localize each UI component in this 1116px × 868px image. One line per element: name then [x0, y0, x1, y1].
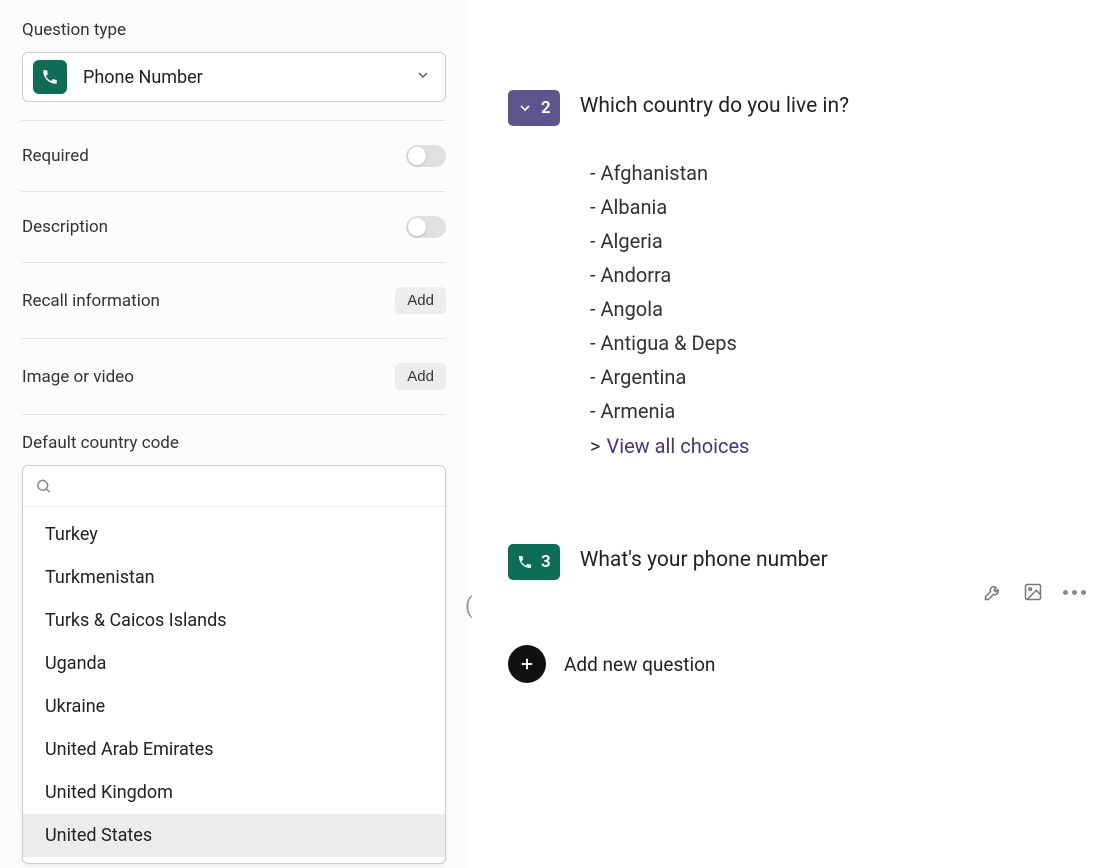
- chevron-down-icon: [415, 67, 431, 87]
- country-option[interactable]: Ukraine: [23, 685, 445, 728]
- choice-item: - Antigua & Deps: [590, 326, 1090, 360]
- add-new-question: Add new question: [508, 645, 1090, 683]
- phone-icon: [517, 554, 533, 570]
- recall-label: Recall information: [22, 291, 160, 311]
- required-row: Required: [22, 139, 446, 173]
- choice-item: - Angola: [590, 292, 1090, 326]
- country-option[interactable]: Turkey: [23, 513, 445, 556]
- country-option[interactable]: Turks & Caicos Islands: [23, 599, 445, 642]
- phone-icon: [33, 60, 67, 94]
- choice-item: - Albania: [590, 190, 1090, 224]
- country-search-input[interactable]: [60, 476, 433, 496]
- choice-item: - Afghanistan: [590, 156, 1090, 190]
- required-label: Required: [22, 146, 89, 166]
- clipped-char: (: [465, 594, 473, 619]
- choice-item: - Algeria: [590, 224, 1090, 258]
- country-option[interactable]: Uganda: [23, 642, 445, 685]
- description-toggle[interactable]: [406, 216, 446, 238]
- view-all-choices[interactable]: >View all choices: [590, 428, 1090, 464]
- choice-item: - Andorra: [590, 258, 1090, 292]
- country-option[interactable]: Turkmenistan: [23, 556, 445, 599]
- question-2-choices: - Afghanistan- Albania- Algeria- Andorra…: [590, 156, 1090, 464]
- required-toggle[interactable]: [406, 145, 446, 167]
- country-option[interactable]: United States: [23, 814, 445, 857]
- image-icon[interactable]: [1023, 582, 1043, 602]
- settings-panel: Question type Phone Number Required Desc…: [0, 0, 468, 868]
- question-2: 2 Which country do you live in?: [508, 90, 1090, 126]
- question-type-value: Phone Number: [83, 67, 203, 88]
- question-3-badge[interactable]: 3: [508, 544, 560, 580]
- question-actions: [983, 582, 1086, 602]
- country-list: TurkeyTurkmenistanTurks & Caicos Islands…: [23, 507, 445, 863]
- wrench-icon[interactable]: [983, 582, 1003, 602]
- plus-icon: [518, 655, 536, 673]
- question-preview-panel: ( 2 Which country do you live in? - Afgh…: [468, 0, 1116, 868]
- recall-row: Recall information Add: [22, 281, 446, 320]
- add-question-button[interactable]: [508, 645, 546, 683]
- add-question-label: Add new question: [564, 653, 715, 676]
- question-3-number: 3: [541, 552, 551, 572]
- question-type-select[interactable]: Phone Number: [22, 52, 446, 102]
- media-row: Image or video Add: [22, 357, 446, 396]
- question-2-title: Which country do you live in?: [580, 94, 849, 118]
- search-icon: [35, 477, 52, 495]
- recall-add-button[interactable]: Add: [395, 287, 446, 314]
- question-3: 3 What's your phone number: [508, 544, 1090, 580]
- question-type-label: Question type: [22, 20, 446, 40]
- choice-item: - Argentina: [590, 360, 1090, 394]
- country-search-row: [23, 466, 445, 507]
- media-add-button[interactable]: Add: [395, 363, 446, 390]
- description-label: Description: [22, 217, 108, 237]
- country-code-dropdown: TurkeyTurkmenistanTurks & Caicos Islands…: [22, 465, 446, 864]
- question-3-title: What's your phone number: [580, 548, 828, 572]
- country-option[interactable]: United Kingdom: [23, 771, 445, 814]
- media-label: Image or video: [22, 367, 134, 387]
- question-2-badge[interactable]: 2: [508, 90, 560, 126]
- question-2-number: 2: [541, 98, 551, 118]
- country-code-label: Default country code: [22, 433, 446, 453]
- description-row: Description: [22, 210, 446, 244]
- more-icon[interactable]: [1063, 590, 1086, 595]
- choice-item: - Armenia: [590, 394, 1090, 428]
- country-option[interactable]: United Arab Emirates: [23, 728, 445, 771]
- chevron-down-icon: [517, 100, 533, 116]
